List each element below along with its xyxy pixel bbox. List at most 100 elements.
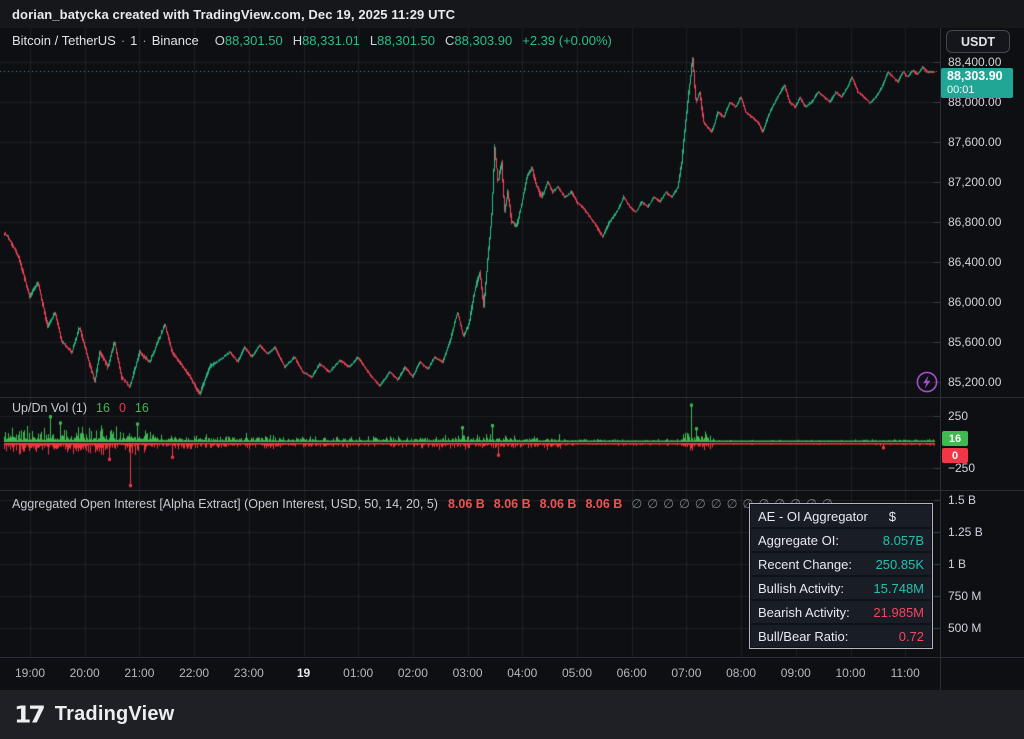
oi-axis-label: 1 B bbox=[948, 557, 966, 571]
oi-tooltip-row-value: 8.057B bbox=[883, 533, 924, 548]
price-scale[interactable]: 88,400.0088,000.0087,600.0087,200.0086,8… bbox=[940, 28, 1024, 690]
time-axis-label: 22:00 bbox=[179, 666, 209, 680]
oi-tooltip-row: Bearish Activity: 21.985M bbox=[751, 601, 931, 623]
pane-separator[interactable] bbox=[0, 397, 1024, 398]
time-axis-label: 03:00 bbox=[453, 666, 483, 680]
volume-value: 0 bbox=[119, 401, 126, 415]
oi-value: 8.06 B bbox=[448, 497, 485, 511]
oi-tooltip-row-label: Bull/Bear Ratio: bbox=[758, 629, 848, 644]
time-axis-label: 21:00 bbox=[124, 666, 154, 680]
oi-tooltip-unit: $ bbox=[889, 509, 924, 524]
oi-value: 8.06 B bbox=[540, 497, 577, 511]
oi-tooltip-title: AE - OI Aggregator bbox=[758, 509, 868, 524]
time-axis-label: 10:00 bbox=[835, 666, 865, 680]
exchange-name[interactable]: Binance bbox=[152, 33, 199, 48]
time-axis-label: 08:00 bbox=[726, 666, 756, 680]
low-value: L88,301.50 bbox=[370, 33, 435, 48]
time-axis-separator bbox=[0, 657, 1024, 658]
oi-empty-marker: ∅ bbox=[695, 497, 706, 511]
oi-value: 8.06 B bbox=[494, 497, 531, 511]
high-value: H88,331.01 bbox=[293, 33, 360, 48]
time-axis-label: 01:00 bbox=[343, 666, 373, 680]
tradingview-chart-window: dorian_batycka created with TradingView.… bbox=[0, 0, 1024, 739]
price-axis-label: 85,600.00 bbox=[948, 335, 1001, 349]
volume-axis-label: −250 bbox=[948, 461, 975, 475]
volume-axis-label: 250 bbox=[948, 409, 968, 423]
time-axis[interactable]: 19:0020:0021:0022:0023:001901:0002:0003:… bbox=[0, 663, 1024, 687]
oi-tooltip-rows: Aggregate OI: 8.057B Recent Change: 250.85K… bbox=[751, 529, 931, 647]
price-axis-label: 87,200.00 bbox=[948, 175, 1001, 189]
oi-empty-marker: ∅ bbox=[631, 497, 642, 511]
change-value: +2.39 (+0.00%) bbox=[522, 33, 612, 48]
oi-empty-marker: ∅ bbox=[711, 497, 722, 511]
volume-indicator-legend[interactable]: Up/Dn Vol (1) 16 0 16 bbox=[12, 401, 149, 415]
oi-tooltip-row-value: 0.72 bbox=[899, 629, 924, 644]
currency-toggle-button[interactable]: USDT bbox=[946, 30, 1010, 53]
time-axis-label: 20:00 bbox=[70, 666, 100, 680]
oi-axis-label: 500 M bbox=[948, 621, 981, 635]
price-axis-label: 88,400.00 bbox=[948, 55, 1001, 69]
oi-indicator-title[interactable]: Aggregated Open Interest [Alpha Extract]… bbox=[12, 497, 438, 511]
last-price-badge: 88,303.90 00:01 bbox=[941, 68, 1013, 98]
volume-value: 16 bbox=[96, 401, 110, 415]
time-axis-label: 04:00 bbox=[507, 666, 537, 680]
time-axis-label: 02:00 bbox=[398, 666, 428, 680]
oi-empty-marker: ∅ bbox=[663, 497, 674, 511]
oi-tooltip-row: Aggregate OI: 8.057B bbox=[751, 529, 931, 551]
last-price-value: 88,303.90 bbox=[947, 70, 1013, 84]
time-axis-label: 23:00 bbox=[234, 666, 264, 680]
time-axis-label: 11:00 bbox=[891, 666, 920, 680]
pane-separator[interactable] bbox=[0, 490, 1024, 491]
attribution-text: dorian_batycka created with TradingView.… bbox=[12, 7, 455, 22]
oi-tooltip-row: Recent Change: 250.85K bbox=[751, 553, 931, 575]
oi-tooltip-row-label: Aggregate OI: bbox=[758, 533, 839, 548]
oi-axis-label: 1.5 B bbox=[948, 493, 976, 507]
close-value: C88,303.90 bbox=[445, 33, 512, 48]
time-axis-label: 06:00 bbox=[617, 666, 647, 680]
oi-tooltip-row-label: Recent Change: bbox=[758, 557, 852, 572]
volume-indicator-values: 16 0 16 bbox=[96, 401, 149, 415]
oi-tooltip-row: Bullish Activity: 15.748M bbox=[751, 577, 931, 599]
price-axis-label: 86,000.00 bbox=[948, 295, 1001, 309]
oi-axis-label: 750 M bbox=[948, 589, 981, 603]
interval-value[interactable]: 1 bbox=[130, 33, 137, 48]
time-axis-label: 09:00 bbox=[781, 666, 811, 680]
attribution-bar: dorian_batycka created with TradingView.… bbox=[0, 0, 1024, 28]
legend-separator: · bbox=[142, 33, 146, 48]
oi-tooltip-row-value: 250.85K bbox=[876, 557, 924, 572]
volume-up-badge: 16 bbox=[942, 431, 968, 446]
open-value: O88,301.50 bbox=[215, 33, 283, 48]
oi-tooltip-row-label: Bullish Activity: bbox=[758, 581, 844, 596]
oi-indicator-legend[interactable]: Aggregated Open Interest [Alpha Extract]… bbox=[12, 496, 838, 511]
oi-aggregator-tooltip: AE - OI Aggregator $ Aggregate OI: 8.057B… bbox=[749, 503, 933, 649]
oi-empty-marker: ∅ bbox=[727, 497, 738, 511]
oi-axis-label: 1.25 B bbox=[948, 525, 983, 539]
time-axis-label: 19:00 bbox=[15, 666, 45, 680]
time-axis-label: 05:00 bbox=[562, 666, 592, 680]
price-axis-label: 86,400.00 bbox=[948, 255, 1001, 269]
symbol-name[interactable]: Bitcoin / TetherUS bbox=[12, 33, 116, 48]
oi-value: 8.06 B bbox=[585, 497, 622, 511]
volume-value: 16 bbox=[135, 401, 149, 415]
oi-indicator-values: 8.06 B 8.06 B 8.06 B 8.06 B bbox=[448, 497, 631, 511]
tradingview-wordmark[interactable]: TradingView bbox=[55, 703, 175, 726]
bar-countdown: 00:01 bbox=[947, 84, 1013, 96]
oi-tooltip-row-value: 21.985M bbox=[873, 605, 924, 620]
volume-indicator-title[interactable]: Up/Dn Vol (1) bbox=[12, 401, 87, 415]
oi-tooltip-row-value: 15.748M bbox=[873, 581, 924, 596]
legend-separator: · bbox=[121, 33, 125, 48]
boost-lightning-icon[interactable] bbox=[916, 371, 938, 393]
time-axis-label: 07:00 bbox=[671, 666, 701, 680]
footer-bar: 17 TradingView bbox=[0, 690, 1024, 739]
price-axis-label: 85,200.00 bbox=[948, 375, 1001, 389]
tradingview-logo-icon[interactable]: 17 bbox=[14, 703, 43, 726]
price-axis-label: 87,600.00 bbox=[948, 135, 1001, 149]
oi-tooltip-row-label: Bearish Activity: bbox=[758, 605, 850, 620]
price-axis-label: 86,800.00 bbox=[948, 215, 1001, 229]
price-scale-separator bbox=[940, 28, 941, 690]
oi-empty-marker: ∅ bbox=[647, 497, 658, 511]
symbol-legend[interactable]: Bitcoin / TetherUS · 1 · Binance O88,301… bbox=[12, 33, 612, 48]
oi-empty-marker: ∅ bbox=[679, 497, 690, 511]
oi-tooltip-header: AE - OI Aggregator $ bbox=[751, 505, 931, 527]
volume-down-badge: 0 bbox=[942, 448, 968, 463]
